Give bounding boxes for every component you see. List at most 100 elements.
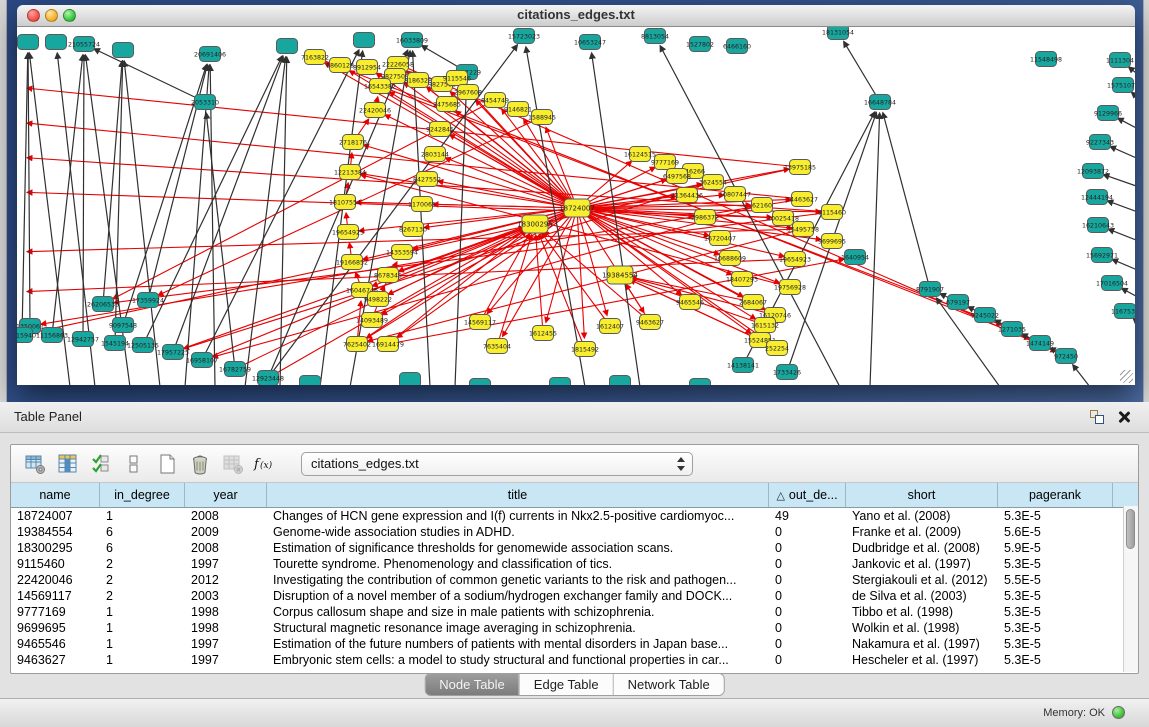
cell-short[interactable]: Hescheler et al. (1997) xyxy=(846,652,998,668)
cell-out_de[interactable]: 0 xyxy=(769,636,846,652)
cell-pagerank[interactable]: 5.6E-5 xyxy=(998,524,1113,540)
cell-title[interactable]: Estimation of significance thresholds fo… xyxy=(267,540,769,556)
tab-edge-table[interactable]: Edge Table xyxy=(519,674,613,695)
cell-pagerank[interactable]: 5.9E-5 xyxy=(998,540,1113,556)
cell-in_degree[interactable]: 2 xyxy=(100,572,185,588)
cell-pagerank[interactable]: 5.3E-5 xyxy=(998,620,1113,636)
table-mode-button[interactable] xyxy=(21,450,49,478)
cell-year[interactable]: 2009 xyxy=(185,524,267,540)
cell-out_de[interactable]: 0 xyxy=(769,652,846,668)
cell-pagerank[interactable]: 5.3E-5 xyxy=(998,588,1113,604)
cell-title[interactable]: Corpus callosum shape and size in male p… xyxy=(267,604,769,620)
scrollbar-thumb[interactable] xyxy=(1126,509,1135,549)
graph-node[interactable] xyxy=(46,35,67,50)
graph-node[interactable] xyxy=(610,376,631,386)
cell-out_de[interactable]: 0 xyxy=(769,604,846,620)
cell-out_de[interactable]: 0 xyxy=(769,620,846,636)
column-header-title[interactable]: title xyxy=(267,483,769,507)
cell-pagerank[interactable]: 5.3E-5 xyxy=(998,604,1113,620)
table-row[interactable]: 2242004622012Investigating the contribut… xyxy=(11,572,1138,588)
cell-name[interactable]: 9463627 xyxy=(11,652,100,668)
cell-out_de[interactable]: 0 xyxy=(769,524,846,540)
column-header-name[interactable]: name xyxy=(11,483,100,507)
cell-in_degree[interactable]: 2 xyxy=(100,588,185,604)
cell-out_de[interactable]: 0 xyxy=(769,572,846,588)
cell-in_degree[interactable]: 2 xyxy=(100,556,185,572)
tab-network-table[interactable]: Network Table xyxy=(613,674,724,695)
cell-out_de[interactable]: 0 xyxy=(769,556,846,572)
graph-node[interactable] xyxy=(550,378,571,386)
cell-year[interactable]: 1998 xyxy=(185,604,267,620)
new-file-button[interactable] xyxy=(153,450,181,478)
cell-name[interactable]: 14569117 xyxy=(11,588,100,604)
network-canvas[interactable]: 2105572420691406160338097857229157230231… xyxy=(17,27,1135,385)
vertical-scrollbar[interactable] xyxy=(1123,506,1138,672)
table-row[interactable]: 1456911722003Disruption of a novel membe… xyxy=(11,588,1138,604)
cell-year[interactable]: 2008 xyxy=(185,508,267,524)
delete-table-button[interactable] xyxy=(219,450,247,478)
cell-pagerank[interactable]: 5.5E-5 xyxy=(998,572,1113,588)
table-row[interactable]: 946554611997Estimation of the future num… xyxy=(11,636,1138,652)
table-row[interactable]: 1938455462009Genome-wide association stu… xyxy=(11,524,1138,540)
cell-name[interactable]: 18724007 xyxy=(11,508,100,524)
float-panel-icon[interactable] xyxy=(1090,410,1105,425)
close-panel-icon[interactable] xyxy=(1117,410,1131,424)
cell-in_degree[interactable]: 6 xyxy=(100,540,185,556)
column-header-short[interactable]: short xyxy=(846,483,998,507)
cell-short[interactable]: Tibbo et al. (1998) xyxy=(846,604,998,620)
cell-year[interactable]: 1997 xyxy=(185,652,267,668)
cell-in_degree[interactable]: 1 xyxy=(100,636,185,652)
cell-out_de[interactable]: 0 xyxy=(769,588,846,604)
graph-node[interactable] xyxy=(354,33,375,48)
show-columns-button[interactable] xyxy=(54,450,82,478)
table-row[interactable]: 946362711997Embryonic stem cells: a mode… xyxy=(11,652,1138,668)
cell-year[interactable]: 1998 xyxy=(185,620,267,636)
cell-name[interactable]: 9115460 xyxy=(11,556,100,572)
cell-title[interactable]: Structural magnetic resonance image aver… xyxy=(267,620,769,636)
cell-in_degree[interactable]: 1 xyxy=(100,508,185,524)
graph-node[interactable] xyxy=(277,39,298,54)
cell-pagerank[interactable]: 5.3E-5 xyxy=(998,636,1113,652)
graph-node[interactable] xyxy=(470,379,491,386)
trash-button[interactable] xyxy=(186,450,214,478)
column-header-out_de[interactable]: △out_de... xyxy=(769,483,846,507)
cell-out_de[interactable]: 0 xyxy=(769,540,846,556)
cell-name[interactable]: 22420046 xyxy=(11,572,100,588)
function-button[interactable]: f(x) xyxy=(252,450,280,478)
cell-out_de[interactable]: 49 xyxy=(769,508,846,524)
cell-short[interactable]: Nakamura et al. (1997) xyxy=(846,636,998,652)
cell-in_degree[interactable]: 1 xyxy=(100,620,185,636)
cell-pagerank[interactable]: 5.3E-5 xyxy=(998,556,1113,572)
cell-title[interactable]: Disruption of a novel member of a sodium… xyxy=(267,588,769,604)
cell-title[interactable]: Embryonic stem cells: a model to study s… xyxy=(267,652,769,668)
row-check-button[interactable] xyxy=(87,450,115,478)
cell-short[interactable]: Dudbridge et al. (2008) xyxy=(846,540,998,556)
cell-in_degree[interactable]: 6 xyxy=(100,524,185,540)
table-row[interactable]: 1830029562008Estimation of significance … xyxy=(11,540,1138,556)
table-row[interactable]: 911546021997Tourette syndrome. Phenomeno… xyxy=(11,556,1138,572)
cell-short[interactable]: Yano et al. (2008) xyxy=(846,508,998,524)
cell-pagerank[interactable]: 5.3E-5 xyxy=(998,652,1113,668)
cell-title[interactable]: Tourette syndrome. Phenomenology and cla… xyxy=(267,556,769,572)
cells-button[interactable] xyxy=(120,450,148,478)
cell-name[interactable]: 9465546 xyxy=(11,636,100,652)
tab-node-table[interactable]: Node Table xyxy=(425,674,519,695)
column-header-in_degree[interactable]: in_degree xyxy=(100,483,185,507)
cell-year[interactable]: 2003 xyxy=(185,588,267,604)
table-selector-dropdown[interactable]: citations_edges.txt xyxy=(301,452,693,476)
table-row[interactable]: 977716911998Corpus callosum shape and si… xyxy=(11,604,1138,620)
cell-title[interactable]: Investigating the contribution of common… xyxy=(267,572,769,588)
cell-year[interactable]: 2008 xyxy=(185,540,267,556)
graph-node[interactable] xyxy=(113,43,134,58)
cell-in_degree[interactable]: 1 xyxy=(100,652,185,668)
cell-name[interactable]: 9699695 xyxy=(11,620,100,636)
cell-title[interactable]: Estimation of the future numbers of pati… xyxy=(267,636,769,652)
window-resize-grip[interactable] xyxy=(1120,370,1133,383)
graph-node[interactable] xyxy=(690,379,711,386)
table-row[interactable]: 1872400712008Changes of HCN gene express… xyxy=(11,508,1138,524)
cell-in_degree[interactable]: 1 xyxy=(100,604,185,620)
graph-node[interactable] xyxy=(300,376,321,386)
cell-title[interactable]: Changes of HCN gene expression and I(f) … xyxy=(267,508,769,524)
cell-name[interactable]: 9777169 xyxy=(11,604,100,620)
column-header-pagerank[interactable]: pagerank xyxy=(998,483,1113,507)
